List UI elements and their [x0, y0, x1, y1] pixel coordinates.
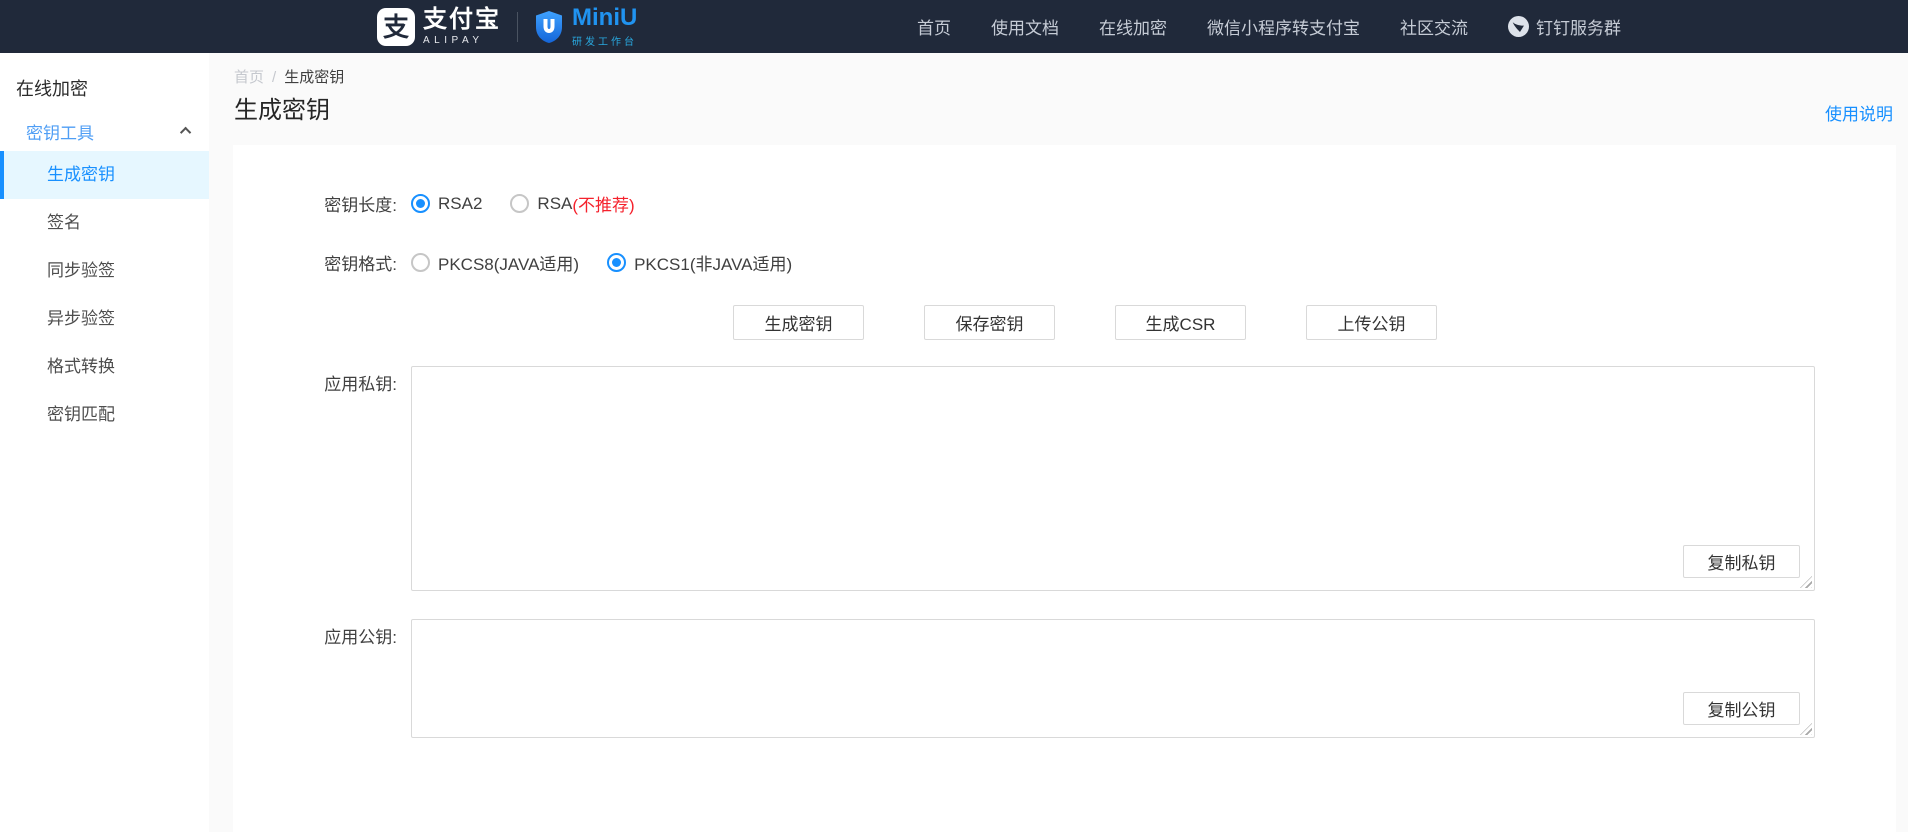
sidebar-item-key-match[interactable]: 密钥匹配 — [0, 391, 209, 439]
copy-private-key-button[interactable]: 复制私钥 — [1683, 545, 1800, 578]
generate-key-button[interactable]: 生成密钥 — [733, 305, 864, 340]
key-length-row: 密钥长度: RSA2 RSA(不推荐) — [233, 191, 1896, 216]
upload-public-key-button[interactable]: 上传公钥 — [1306, 305, 1437, 340]
miniu-subtitle: 研发工作台 — [572, 33, 637, 48]
miniu-shield-icon — [534, 9, 564, 45]
public-key-row: 应用公钥: 复制公钥 — [233, 619, 1896, 738]
top-navbar: 支 支付宝 ALIPAY MiniU 研发工作台 — [0, 0, 1908, 53]
key-format-row: 密钥格式: PKCS8(JAVA适用) PKCS1(非JAVA适用) — [233, 250, 1896, 275]
alipay-glyph: 支 — [383, 14, 409, 40]
main-area: 首页 / 生成密钥 生成密钥 使用说明 密钥长度: RSA2 RSA(不推荐) — [209, 53, 1908, 832]
sidebar-item-async-verify[interactable]: 异步验签 — [0, 295, 209, 343]
public-key-textarea-wrap: 复制公钥 — [411, 619, 1815, 738]
sidebar-item-generate-key[interactable]: 生成密钥 — [0, 151, 209, 199]
sidebar-item-sync-verify[interactable]: 同步验签 — [0, 247, 209, 295]
radio-option-rsa2[interactable]: RSA2 — [411, 194, 482, 214]
public-key-textarea[interactable] — [412, 620, 1814, 737]
dingtalk-icon — [1508, 16, 1529, 37]
top-nav-menu: 首页 使用文档 在线加密 微信小程序转支付宝 社区交流 钉钉服务群 — [917, 0, 1621, 53]
radio-option-rsa[interactable]: RSA(不推荐) — [510, 191, 634, 216]
nav-item-wechat-convert[interactable]: 微信小程序转支付宝 — [1207, 14, 1360, 39]
logo-divider — [517, 12, 518, 42]
nav-item-docs[interactable]: 使用文档 — [991, 14, 1059, 39]
alipay-subtitle: ALIPAY — [423, 35, 501, 46]
private-key-label: 应用私钥: — [297, 366, 397, 395]
sidebar-title: 在线加密 — [16, 77, 209, 101]
radio-option-label: PKCS8(JAVA适用) — [438, 250, 579, 275]
app-root: 支 支付宝 ALIPAY MiniU 研发工作台 — [0, 0, 1908, 832]
key-format-label: 密钥格式: — [297, 250, 397, 275]
nav-item-community[interactable]: 社区交流 — [1400, 14, 1468, 39]
private-key-textarea-wrap: 复制私钥 — [411, 366, 1815, 591]
sidebar-item-format-convert[interactable]: 格式转换 — [0, 343, 209, 391]
radio-option-pkcs8[interactable]: PKCS8(JAVA适用) — [411, 250, 579, 275]
miniu-logo-text: MiniU 研发工作台 — [572, 6, 637, 48]
nav-item-dingtalk-group[interactable]: 钉钉服务群 — [1508, 14, 1621, 39]
radio-option-label: RSA2 — [438, 194, 482, 214]
not-recommended-warning: (不推荐) — [572, 191, 634, 216]
content-card: 密钥长度: RSA2 RSA(不推荐) 密钥格式: — [233, 145, 1896, 832]
key-length-label: 密钥长度: — [297, 191, 397, 216]
logo-group[interactable]: 支 支付宝 ALIPAY MiniU 研发工作台 — [377, 6, 637, 48]
radio-checked-icon[interactable] — [607, 253, 626, 272]
breadcrumb-current: 生成密钥 — [284, 69, 344, 86]
sidebar-items: 生成密钥 签名 同步验签 异步验签 格式转换 密钥匹配 — [0, 151, 209, 439]
key-length-options: RSA2 RSA(不推荐) — [411, 191, 1815, 216]
breadcrumb: 首页 / 生成密钥 — [234, 66, 344, 87]
sidebar-item-sign[interactable]: 签名 — [0, 199, 209, 247]
private-key-textarea[interactable] — [412, 367, 1814, 590]
breadcrumb-separator: / — [272, 69, 276, 86]
generate-csr-button[interactable]: 生成CSR — [1115, 305, 1246, 340]
nav-item-home[interactable]: 首页 — [917, 14, 951, 39]
alipay-logo-icon: 支 — [377, 8, 415, 46]
key-format-options: PKCS8(JAVA适用) PKCS1(非JAVA适用) — [411, 250, 1815, 275]
sidebar-group-label: 密钥工具 — [26, 119, 94, 144]
radio-option-label: RSA — [537, 194, 572, 214]
breadcrumb-home[interactable]: 首页 — [234, 69, 264, 86]
sidebar: 在线加密 密钥工具 生成密钥 签名 同步验签 异步验签 格式转换 密钥匹配 — [0, 53, 209, 832]
chevron-up-icon[interactable] — [180, 127, 191, 138]
radio-unchecked-icon[interactable] — [510, 194, 529, 213]
public-key-label: 应用公钥: — [297, 619, 397, 648]
radio-unchecked-icon[interactable] — [411, 253, 430, 272]
radio-option-pkcs1[interactable]: PKCS1(非JAVA适用) — [607, 250, 792, 275]
nav-item-online-encrypt[interactable]: 在线加密 — [1099, 14, 1167, 39]
save-key-button[interactable]: 保存密钥 — [924, 305, 1055, 340]
alipay-logo-text: 支付宝 ALIPAY — [423, 8, 501, 46]
usage-help-link[interactable]: 使用说明 — [1825, 100, 1893, 125]
miniu-name: MiniU — [572, 6, 637, 30]
copy-public-key-button[interactable]: 复制公钥 — [1683, 692, 1800, 725]
sidebar-group-key-tools[interactable]: 密钥工具 — [26, 119, 191, 143]
alipay-name: 支付宝 — [423, 8, 501, 32]
radio-option-label: PKCS1(非JAVA适用) — [634, 250, 792, 275]
action-buttons-row: 生成密钥 保存密钥 生成CSR 上传公钥 — [233, 305, 1896, 340]
private-key-row: 应用私钥: 复制私钥 — [233, 366, 1896, 591]
page-title: 生成密钥 — [234, 90, 330, 125]
radio-checked-icon[interactable] — [411, 194, 430, 213]
